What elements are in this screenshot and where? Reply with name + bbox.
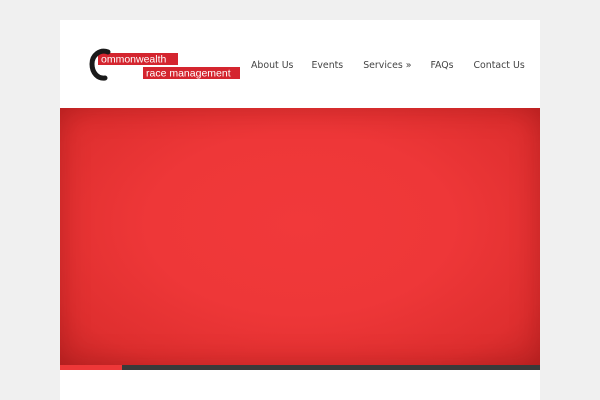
nav-about-us[interactable]: About Us (251, 58, 293, 74)
content-area (60, 370, 540, 400)
nav-faqs[interactable]: FAQs (430, 58, 453, 74)
logo-graphic: ommonwealth race management (89, 48, 240, 81)
hero-slider[interactable] (60, 108, 540, 365)
nav-services[interactable]: Services » (363, 58, 411, 74)
nav-contact-us[interactable]: Contact Us (474, 58, 525, 74)
site-logo[interactable]: ommonwealth race management (88, 47, 242, 81)
logo-text-line2: race management (146, 68, 231, 80)
main-nav: About Us Events Services » FAQs Contact … (244, 58, 525, 74)
site-header: ommonwealth race management About Us Eve… (60, 20, 540, 108)
logo-text-line1: ommonwealth (101, 54, 167, 66)
page-container: ommonwealth race management About Us Eve… (60, 20, 540, 400)
nav-events[interactable]: Events (311, 58, 343, 74)
